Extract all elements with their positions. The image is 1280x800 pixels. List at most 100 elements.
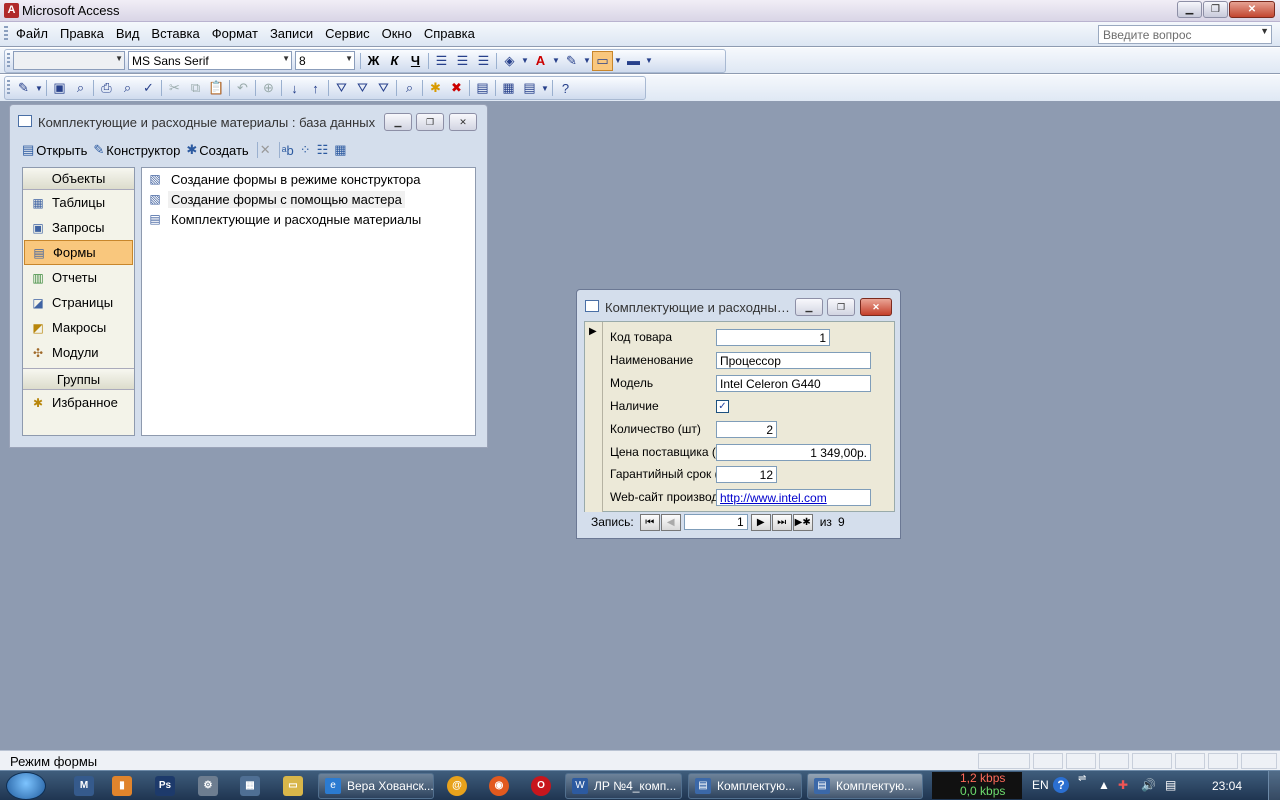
form-window-title-bar[interactable]: Комплектующие и расходные ... ▁ ❐ ✕: [577, 290, 900, 320]
font-color-icon[interactable]: A: [530, 51, 551, 71]
details-view-icon[interactable]: ▦: [334, 142, 346, 158]
minimize-button[interactable]: ▁: [384, 113, 412, 131]
spelling-icon[interactable]: ✓: [138, 78, 159, 98]
close-button[interactable]: ✕: [449, 113, 477, 131]
special-effect-icon[interactable]: ▭: [592, 50, 613, 71]
delete-icon[interactable]: ✕: [260, 142, 271, 158]
chevron-down-icon[interactable]: ▼: [520, 51, 530, 71]
open-button[interactable]: ▤ Открыть: [22, 142, 87, 158]
find-icon[interactable]: ⌕: [399, 78, 420, 98]
chevron-down-icon[interactable]: ▼: [582, 51, 592, 71]
list-item[interactable]: ▧ Создание формы в режиме конструктора: [142, 169, 475, 189]
database-window-title-bar[interactable]: Комплектующие и расходные материалы : ба…: [10, 105, 487, 135]
model-field[interactable]: Intel Celeron G440: [716, 374, 871, 392]
restore-button[interactable]: ❐: [416, 113, 444, 131]
copy-icon[interactable]: ⧉: [185, 78, 206, 98]
menu-insert[interactable]: Вставка: [145, 22, 205, 46]
create-button[interactable]: ✱ Создать: [186, 142, 248, 158]
properties-icon[interactable]: ▤: [472, 78, 493, 98]
volume-icon[interactable]: 🔊: [1141, 778, 1156, 792]
task-access-db[interactable]: ▤ Комплектую...: [688, 773, 802, 799]
groups-header[interactable]: Группы: [23, 368, 134, 390]
warranty-field[interactable]: 12: [716, 465, 777, 483]
price-field[interactable]: 1 349,00р.: [716, 443, 871, 461]
menu-records[interactable]: Записи: [264, 22, 319, 46]
object-modules[interactable]: ✣ Модули: [24, 340, 133, 365]
save-icon[interactable]: ▣: [49, 78, 70, 98]
menu-edit[interactable]: Правка: [54, 22, 110, 46]
language-indicator[interactable]: EN: [1032, 778, 1049, 792]
sort-descending-icon[interactable]: ↑: [305, 78, 326, 98]
record-selector[interactable]: ▶: [585, 322, 603, 512]
menu-help[interactable]: Справка: [418, 22, 481, 46]
filter-form-icon[interactable]: ⛛: [352, 78, 373, 98]
chevron-down-icon[interactable]: ▼: [644, 51, 654, 71]
chevron-down-icon[interactable]: ▼: [1260, 26, 1269, 36]
photoshop-icon[interactable]: Ps: [155, 776, 175, 796]
chevron-down-icon[interactable]: ▼: [115, 54, 123, 63]
new-object-icon[interactable]: ▤: [519, 78, 540, 98]
align-center-icon[interactable]: ☰: [452, 51, 473, 71]
first-record-button[interactable]: ⏮: [639, 513, 660, 531]
list-item[interactable]: ▧ Создание формы с помощью мастера: [142, 189, 475, 209]
close-button[interactable]: ✕: [1229, 1, 1275, 18]
font-size-combo[interactable]: 8 ▼: [295, 51, 355, 70]
menu-window[interactable]: Окно: [376, 22, 418, 46]
record-number-input[interactable]: 1: [683, 514, 748, 530]
italic-button[interactable]: К: [384, 51, 405, 71]
chevron-down-icon[interactable]: ▼: [540, 78, 550, 98]
help-icon[interactable]: ?: [1053, 777, 1069, 793]
chevron-down-icon[interactable]: ▼: [613, 51, 623, 71]
toolbar-grip[interactable]: [7, 80, 10, 96]
access-app-icon[interactable]: A: [4, 3, 19, 18]
new-record-button[interactable]: ▶✱: [792, 513, 813, 531]
paste-icon[interactable]: 📋: [206, 78, 227, 98]
filter-selection-icon[interactable]: ⛛: [331, 78, 352, 98]
task-access-form[interactable]: ▤ Комплектую...: [807, 773, 923, 799]
chevron-up-icon[interactable]: ▲: [1098, 778, 1110, 792]
code-field[interactable]: 1: [716, 328, 830, 346]
calculator-icon[interactable]: ▦: [240, 776, 260, 796]
print-icon[interactable]: ⎙: [96, 78, 117, 98]
network-icon[interactable]: ▤: [1165, 778, 1176, 792]
show-desktop-button[interactable]: [1268, 771, 1280, 800]
chevron-down-icon[interactable]: ▼: [345, 54, 353, 63]
cut-icon[interactable]: ✂: [164, 78, 185, 98]
close-button[interactable]: ✕: [860, 298, 892, 316]
files-icon[interactable]: ▮: [112, 776, 132, 796]
tool-icon[interactable]: ⚙: [198, 776, 218, 796]
object-reports[interactable]: ▥ Отчеты: [24, 265, 133, 290]
toolbar-grip[interactable]: [4, 26, 8, 42]
underline-button[interactable]: Ч: [405, 51, 426, 71]
line-color-icon[interactable]: ✎: [561, 51, 582, 71]
apply-filter-icon[interactable]: ⛛: [373, 78, 394, 98]
quantity-field[interactable]: 2: [716, 420, 777, 438]
restore-button[interactable]: ❐: [827, 298, 855, 316]
mail-agent-icon[interactable]: @: [447, 776, 467, 796]
object-combo[interactable]: ▼: [13, 51, 125, 70]
line-width-icon[interactable]: ▬: [623, 51, 644, 71]
last-record-button[interactable]: ⏭: [771, 513, 792, 531]
delete-record-icon[interactable]: ✖: [446, 78, 467, 98]
menu-tools[interactable]: Сервис: [319, 22, 376, 46]
next-record-button[interactable]: ▶: [750, 513, 771, 531]
network-alert-icon[interactable]: ✚: [1118, 778, 1128, 792]
minimize-button[interactable]: ▁: [1177, 1, 1202, 18]
previous-record-button[interactable]: ◀: [660, 513, 681, 531]
menu-format[interactable]: Формат: [206, 22, 264, 46]
fill-color-icon[interactable]: ◈: [499, 51, 520, 71]
chevron-down-icon[interactable]: ▼: [34, 78, 44, 98]
view-icon[interactable]: ✎: [13, 78, 34, 98]
task-word-document[interactable]: W ЛР №4_комп...: [565, 773, 682, 799]
keyboard-icon[interactable]: ⇌: [1078, 773, 1086, 784]
help-icon[interactable]: ?: [555, 78, 576, 98]
gmail-icon[interactable]: M: [74, 776, 94, 796]
firefox-icon[interactable]: ◉: [489, 776, 509, 796]
chevron-down-icon[interactable]: ▼: [282, 54, 290, 63]
list-item[interactable]: ▤ Комплектующие и расходные материалы: [142, 209, 475, 229]
search-file-icon[interactable]: ⌕: [70, 78, 91, 98]
font-name-combo[interactable]: MS Sans Serif ▼: [128, 51, 292, 70]
bold-button[interactable]: Ж: [363, 51, 384, 71]
toolbar-grip[interactable]: [7, 52, 10, 69]
opera-icon[interactable]: O: [531, 776, 551, 796]
